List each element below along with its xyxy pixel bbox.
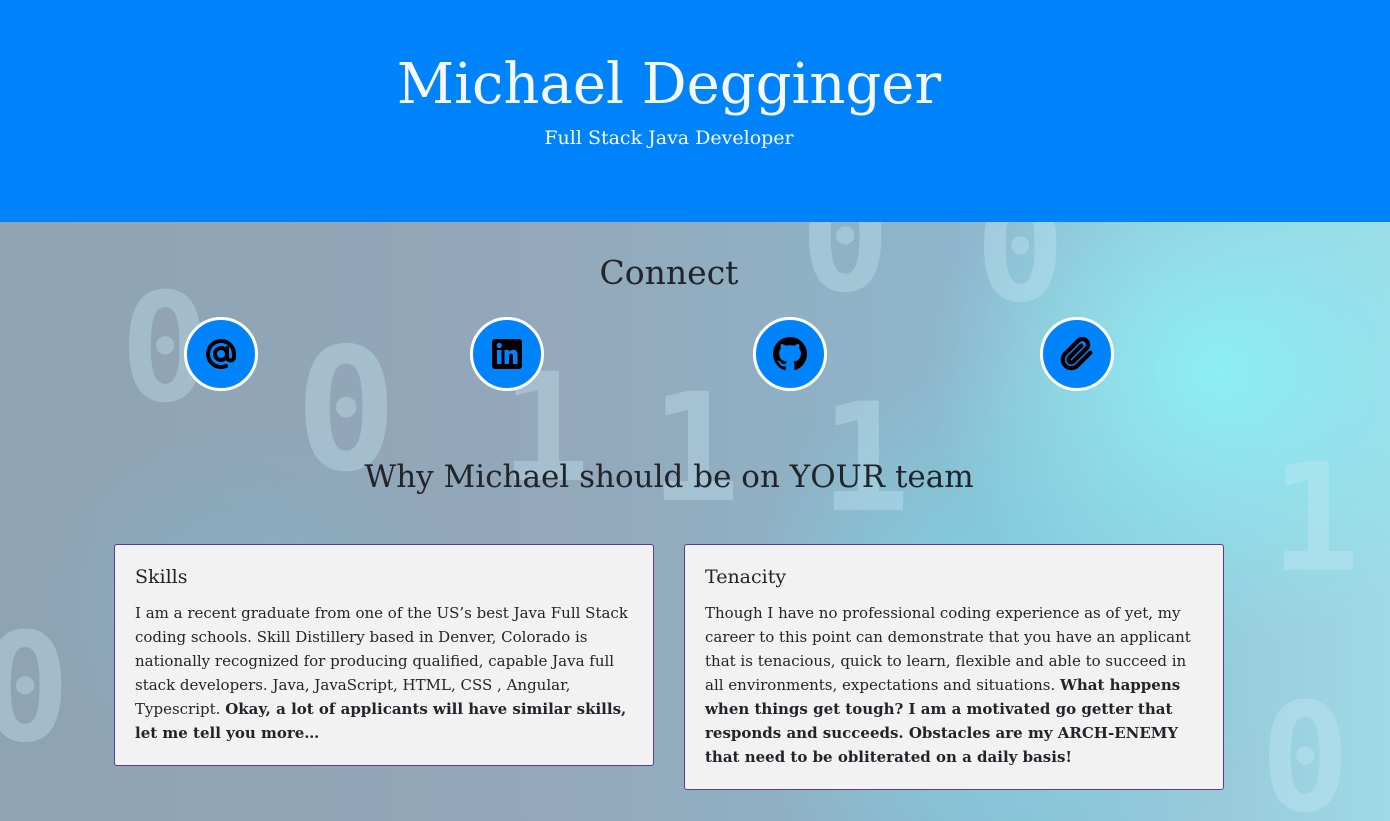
card-text: Though I have no professional coding exp… [705,601,1203,769]
card-title: Tenacity [705,566,787,588]
page-title: Michael Degginger [396,52,942,117]
resume-button[interactable] [1040,317,1114,391]
card-title: Skills [135,566,188,588]
github-button[interactable] [753,317,827,391]
connect-heading: Connect [599,253,739,292]
at-icon [203,336,239,372]
email-button[interactable] [184,317,258,391]
why-heading: Why Michael should be on YOUR team [364,459,974,495]
linkedin-icon [492,339,522,369]
github-icon [773,337,807,371]
card-text: I am a recent graduate from one of the U… [135,601,633,745]
tenacity-card: Tenacity Though I have no professional c… [684,544,1224,790]
linkedin-button[interactable] [470,317,544,391]
main-content: 0 0 1 1 0 0 1 1 0 0 Connect Why Michael … [0,222,1390,821]
hero-header: Michael Degginger Full Stack Java Develo… [0,0,1390,222]
skills-card: Skills I am a recent graduate from one o… [114,544,654,766]
page-subtitle: Full Stack Java Developer [544,127,794,149]
paperclip-icon [1060,337,1094,371]
